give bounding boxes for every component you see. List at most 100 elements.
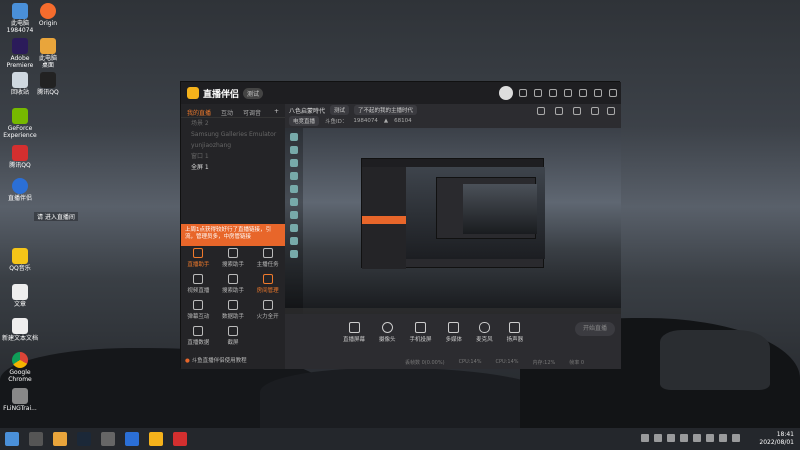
promo-banner[interactable]: 上周1点获得较好行了直播链接，引流，管理员多，中房管链接 (181, 224, 285, 246)
search-icon (227, 274, 238, 284)
monitor-icon (348, 321, 360, 333)
settings-icon[interactable] (573, 107, 581, 115)
scene-item[interactable]: Samsung Galleries Emulator (181, 129, 285, 140)
dropped-frames: 丢帧数 0(0.00%) (405, 359, 445, 366)
screen-capture-button[interactable]: 直播屏幕 (343, 321, 365, 343)
tool-fire[interactable]: 火力全开 (250, 300, 285, 320)
app-icon[interactable] (101, 432, 115, 446)
tray-icon[interactable] (654, 434, 662, 442)
tray-icon[interactable] (693, 434, 701, 442)
frame-rate: 帧率 0 (569, 359, 585, 366)
viewer-count: 68104 (394, 118, 412, 124)
tutorial-link[interactable]: ● 斗鱼直播伴侣使用教程 (185, 356, 247, 364)
tool-grid: 直播助手 搜索助手 主播任务 视频直播 搜索助手 房间管理 弹幕互动 数据助手 … (181, 248, 285, 346)
version-badge[interactable]: 测试 (243, 87, 264, 99)
tab-audio[interactable]: 可调音 (243, 108, 261, 117)
stream-title[interactable]: 八色启蒙時代 (289, 106, 325, 115)
skin-icon[interactable] (534, 89, 542, 97)
speaker-button[interactable]: 扬声器 (507, 321, 523, 343)
desktop-icon-qq[interactable]: 腾讯QQ (28, 72, 68, 97)
clock[interactable]: 18:41 2022/08/01 (759, 431, 794, 447)
camera-button[interactable]: 摄像头 (379, 321, 396, 343)
tray-icon[interactable] (667, 434, 675, 442)
desktop-icon-chrome[interactable]: Google Chrome (0, 352, 40, 383)
room-icon (262, 274, 273, 284)
tool-live-helper[interactable]: 直播助手 (181, 248, 216, 268)
media-button[interactable]: 多媒体 (446, 321, 462, 343)
room-info: 电竞直播 斗鱼ID： 1984074 ▲ 68104 (285, 116, 621, 126)
desktop-icon-fling[interactable]: FLiNGTrai... (0, 388, 40, 413)
desktop-icon-new-text[interactable]: 新建文本文档 (0, 318, 40, 343)
stream-preview[interactable] (285, 128, 621, 314)
nested-preview-window (361, 158, 545, 269)
file-explorer-icon[interactable] (53, 432, 67, 446)
minimize-icon[interactable] (579, 89, 587, 97)
desktop-icon-live-companion[interactable]: 直播伴侣 (0, 178, 40, 203)
tab-interact[interactable]: 互动 (221, 108, 233, 117)
source-controls: 直播屏幕 摄像头 手机投屏 多媒体 麦克风 扬声器 (285, 316, 621, 348)
scene-item[interactable]: yunjiaozhang (181, 140, 285, 151)
geforce-icon (12, 108, 28, 124)
tool-search-helper[interactable]: 搜索助手 (216, 248, 251, 268)
category-tag[interactable]: 电竞直播 (289, 116, 320, 126)
steam-icon[interactable] (77, 432, 91, 446)
origin-icon (40, 3, 56, 19)
live-companion-taskbar-icon[interactable] (149, 432, 163, 446)
desktop-icon-qq-music[interactable]: QQ音乐 (0, 248, 40, 273)
gpu-usage: CPU:14% (495, 359, 519, 365)
app-logo-icon (187, 87, 199, 99)
desktop-icon-folder[interactable]: 此电脑 桌面 (28, 38, 68, 69)
share-link-icon[interactable] (607, 107, 615, 115)
preview-desktop-icons (285, 128, 303, 314)
app-icon[interactable] (173, 432, 187, 446)
chat-icon (193, 300, 204, 310)
tool-search-helper-2[interactable]: 搜索助手 (216, 274, 251, 294)
desktop-icon-geforce[interactable]: GeForce Experience (0, 108, 40, 139)
scene-item[interactable]: 窗口 1 (181, 151, 285, 162)
tool-live-data[interactable]: 直播数据 (181, 326, 216, 346)
room-label: 斗鱼ID： (325, 119, 348, 125)
desktop-icon-article[interactable]: 文章 (0, 284, 40, 309)
bell-icon[interactable] (591, 107, 599, 115)
app-icon[interactable] (125, 432, 139, 446)
network-icon[interactable] (719, 434, 727, 442)
tool-room-manage[interactable]: 房间管理 (250, 274, 285, 294)
maximize-icon[interactable] (594, 89, 602, 97)
add-scene-icon[interactable]: + (274, 108, 279, 115)
settings-icon[interactable] (549, 89, 557, 97)
tray-icon[interactable] (706, 434, 714, 442)
desktop-icon-qq-2[interactable]: 腾讯QQ (0, 145, 40, 170)
stream-tag[interactable]: 了不起的我的主播时代 (354, 105, 418, 115)
volume-icon[interactable] (732, 434, 740, 442)
tool-video-live[interactable]: 视频直播 (181, 274, 216, 294)
task-view-icon[interactable] (29, 432, 43, 446)
gift-icon[interactable] (555, 107, 563, 115)
start-live-button[interactable]: 开始直播 (575, 322, 615, 336)
menu-icon[interactable] (564, 89, 572, 97)
chart-icon (193, 326, 204, 336)
live-companion-window: 直播伴侣 测试 我的直播 互动 可调音 + 场景 2 Samsung Galle… (180, 81, 621, 369)
tool-screenshot[interactable]: 截屏 (216, 326, 251, 346)
tray-icon[interactable] (680, 434, 688, 442)
avatar[interactable] (499, 86, 513, 100)
share-icon[interactable] (537, 107, 545, 115)
tool-danmaku[interactable]: 弹幕互动 (181, 300, 216, 320)
recycle-bin-icon (12, 72, 28, 88)
tray-icon[interactable] (641, 434, 649, 442)
microphone-icon (478, 321, 490, 333)
desktop-icon-origin[interactable]: Origin (28, 3, 68, 28)
start-icon[interactable] (5, 432, 19, 446)
phone-cast-button[interactable]: 手机投屏 (410, 321, 432, 343)
message-icon[interactable] (519, 89, 527, 97)
scene-item-active[interactable]: 全屏 1 (181, 162, 285, 173)
room-id: 1984074 (353, 118, 378, 124)
tool-anchor-task[interactable]: 主播任务 (250, 248, 285, 268)
close-icon[interactable] (609, 89, 617, 97)
app-title: 直播伴侣 (203, 89, 240, 100)
microphone-button[interactable]: 麦克风 (476, 321, 493, 343)
tab-my-live[interactable]: 我的直播 (187, 108, 211, 117)
window-controls (519, 82, 617, 104)
scene-item[interactable]: 场景 2 (181, 118, 285, 129)
stream-tag[interactable]: 测试 (330, 105, 350, 115)
tool-data-helper[interactable]: 数据助手 (216, 300, 251, 320)
